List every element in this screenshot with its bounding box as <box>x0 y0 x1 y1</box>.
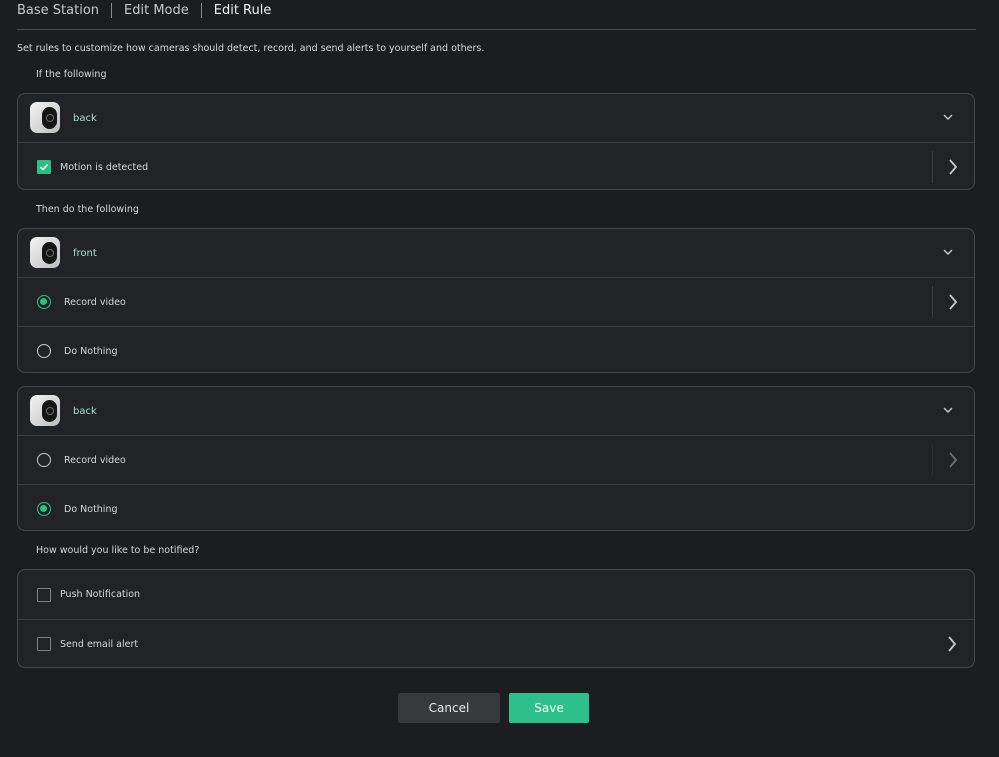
email-alert-row: Send email alert <box>18 619 974 667</box>
email-alert-checkbox[interactable] <box>37 637 51 651</box>
push-notification-label: Push Notification <box>60 589 141 600</box>
motion-settings-button[interactable] <box>932 151 974 183</box>
record-video-radio[interactable] <box>37 295 51 309</box>
record-video-row: Record video <box>18 435 974 484</box>
record-video-radio[interactable] <box>37 453 51 467</box>
then-section-label: Then do the following <box>36 204 139 215</box>
device-name: back <box>73 405 97 417</box>
chevron-right-icon <box>948 636 957 652</box>
save-button[interactable]: Save <box>509 693 589 723</box>
record-video-row: Record video <box>18 277 974 326</box>
motion-checkbox[interactable] <box>37 160 51 174</box>
chevron-right-icon <box>949 452 958 468</box>
do-nothing-row: Do Nothing <box>18 326 974 372</box>
if-card: back Motion is detected <box>17 93 975 190</box>
record-settings-button[interactable] <box>932 286 974 318</box>
camera-thumbnail-icon <box>30 237 60 268</box>
notify-section-label: How would you like to be notified? <box>36 545 200 556</box>
camera-thumbnail-icon <box>30 395 60 426</box>
header-divider <box>17 29 976 30</box>
chevron-down-icon[interactable] <box>942 405 954 415</box>
if-device-row[interactable]: back <box>18 94 974 142</box>
then-device-row[interactable]: back <box>18 387 974 435</box>
motion-label: Motion is detected <box>60 161 149 173</box>
email-settings-button[interactable] <box>932 628 974 660</box>
camera-thumbnail-icon <box>30 102 60 133</box>
if-section-label: If the following <box>36 69 107 80</box>
chevron-right-icon <box>949 294 958 310</box>
chevron-down-icon[interactable] <box>942 247 954 257</box>
device-name: front <box>73 247 97 259</box>
then-card-front: front Record video Do Nothing <box>17 228 975 373</box>
chevron-right-icon <box>949 159 958 175</box>
cancel-button[interactable]: Cancel <box>398 693 500 723</box>
device-name: back <box>73 112 97 124</box>
then-card-back: back Record video Do Nothing <box>17 386 975 531</box>
do-nothing-row: Do Nothing <box>18 484 974 530</box>
email-alert-label: Send email alert <box>60 638 139 650</box>
record-settings-button[interactable] <box>932 444 974 476</box>
breadcrumb-base-station[interactable]: Base Station <box>17 3 111 18</box>
record-video-label: Record video <box>64 454 126 466</box>
motion-trigger-row: Motion is detected <box>18 142 974 189</box>
chevron-down-icon[interactable] <box>942 112 954 122</box>
breadcrumb: Base Station Edit Mode Edit Rule <box>17 0 283 21</box>
do-nothing-label: Do Nothing <box>64 345 118 357</box>
do-nothing-radio[interactable] <box>37 502 51 516</box>
notify-card: Push Notification Send email alert <box>17 569 975 668</box>
checkmark-icon <box>39 163 49 171</box>
do-nothing-label: Do Nothing <box>64 503 118 515</box>
intro-text: Set rules to customize how cameras shoul… <box>17 43 485 54</box>
do-nothing-radio[interactable] <box>37 344 51 358</box>
push-notification-row: Push Notification <box>18 570 974 619</box>
then-device-row[interactable]: front <box>18 229 974 277</box>
record-video-label: Record video <box>64 296 126 308</box>
breadcrumb-edit-mode[interactable]: Edit Mode <box>111 3 201 18</box>
push-notification-checkbox[interactable] <box>37 587 51 602</box>
breadcrumb-edit-rule: Edit Rule <box>200 3 284 18</box>
